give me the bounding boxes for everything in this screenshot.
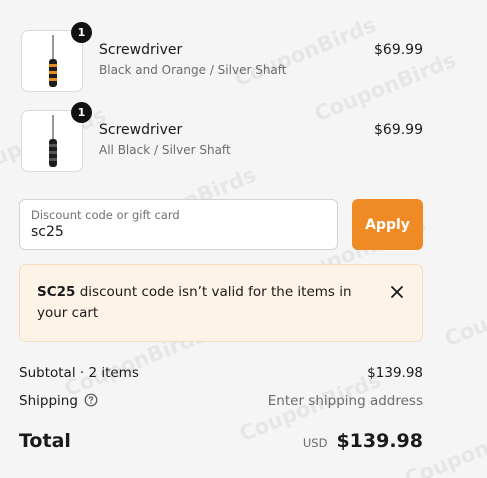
total-label: Total [19,430,71,452]
product-name: Screwdriver [99,122,183,138]
error-code: SC25 [37,284,76,300]
subtotal-label: Subtotal · 2 items [19,365,139,381]
watermark: CouponBirds [440,272,487,352]
product-thumbnail: 1 [21,102,92,172]
discount-field-value[interactable]: sc25 [31,224,64,240]
shipping-value: Enter shipping address [267,393,423,409]
total-amount: USD $139.98 [303,430,423,452]
product-price: $69.99 [374,42,423,58]
shipping-row: Shipping Enter shipping address [19,393,423,411]
total-value: $139.98 [336,430,423,452]
product-thumbnail: 1 [21,22,92,92]
cart-item: 1 Screwdriver Black and Orange / Silver … [19,22,423,94]
quantity-badge: 1 [71,102,92,123]
help-icon[interactable] [84,393,98,411]
close-icon[interactable] [388,283,406,301]
apply-button[interactable]: Apply [352,199,423,250]
shipping-label: Shipping [19,393,78,409]
subtotal-value: $139.98 [367,365,423,381]
error-message: SC25 discount code isn’t valid for the i… [37,282,377,324]
currency-code: USD [302,436,328,450]
product-price: $69.99 [374,122,423,138]
cart-item: 1 Screwdriver All Black / Silver Shaft $… [19,102,423,174]
discount-code-input[interactable]: Discount code or gift card sc25 [19,199,338,250]
subtotal-row: Subtotal · 2 items $139.98 [19,365,423,381]
product-name: Screwdriver [99,42,183,58]
quantity-badge: 1 [71,22,92,43]
product-variant: Black and Orange / Silver Shaft [99,63,287,77]
discount-error-banner: SC25 discount code isn’t valid for the i… [19,264,423,342]
product-variant: All Black / Silver Shaft [99,143,231,157]
error-message-text: discount code isn’t valid for the items … [37,284,352,321]
discount-field-label: Discount code or gift card [31,208,180,222]
